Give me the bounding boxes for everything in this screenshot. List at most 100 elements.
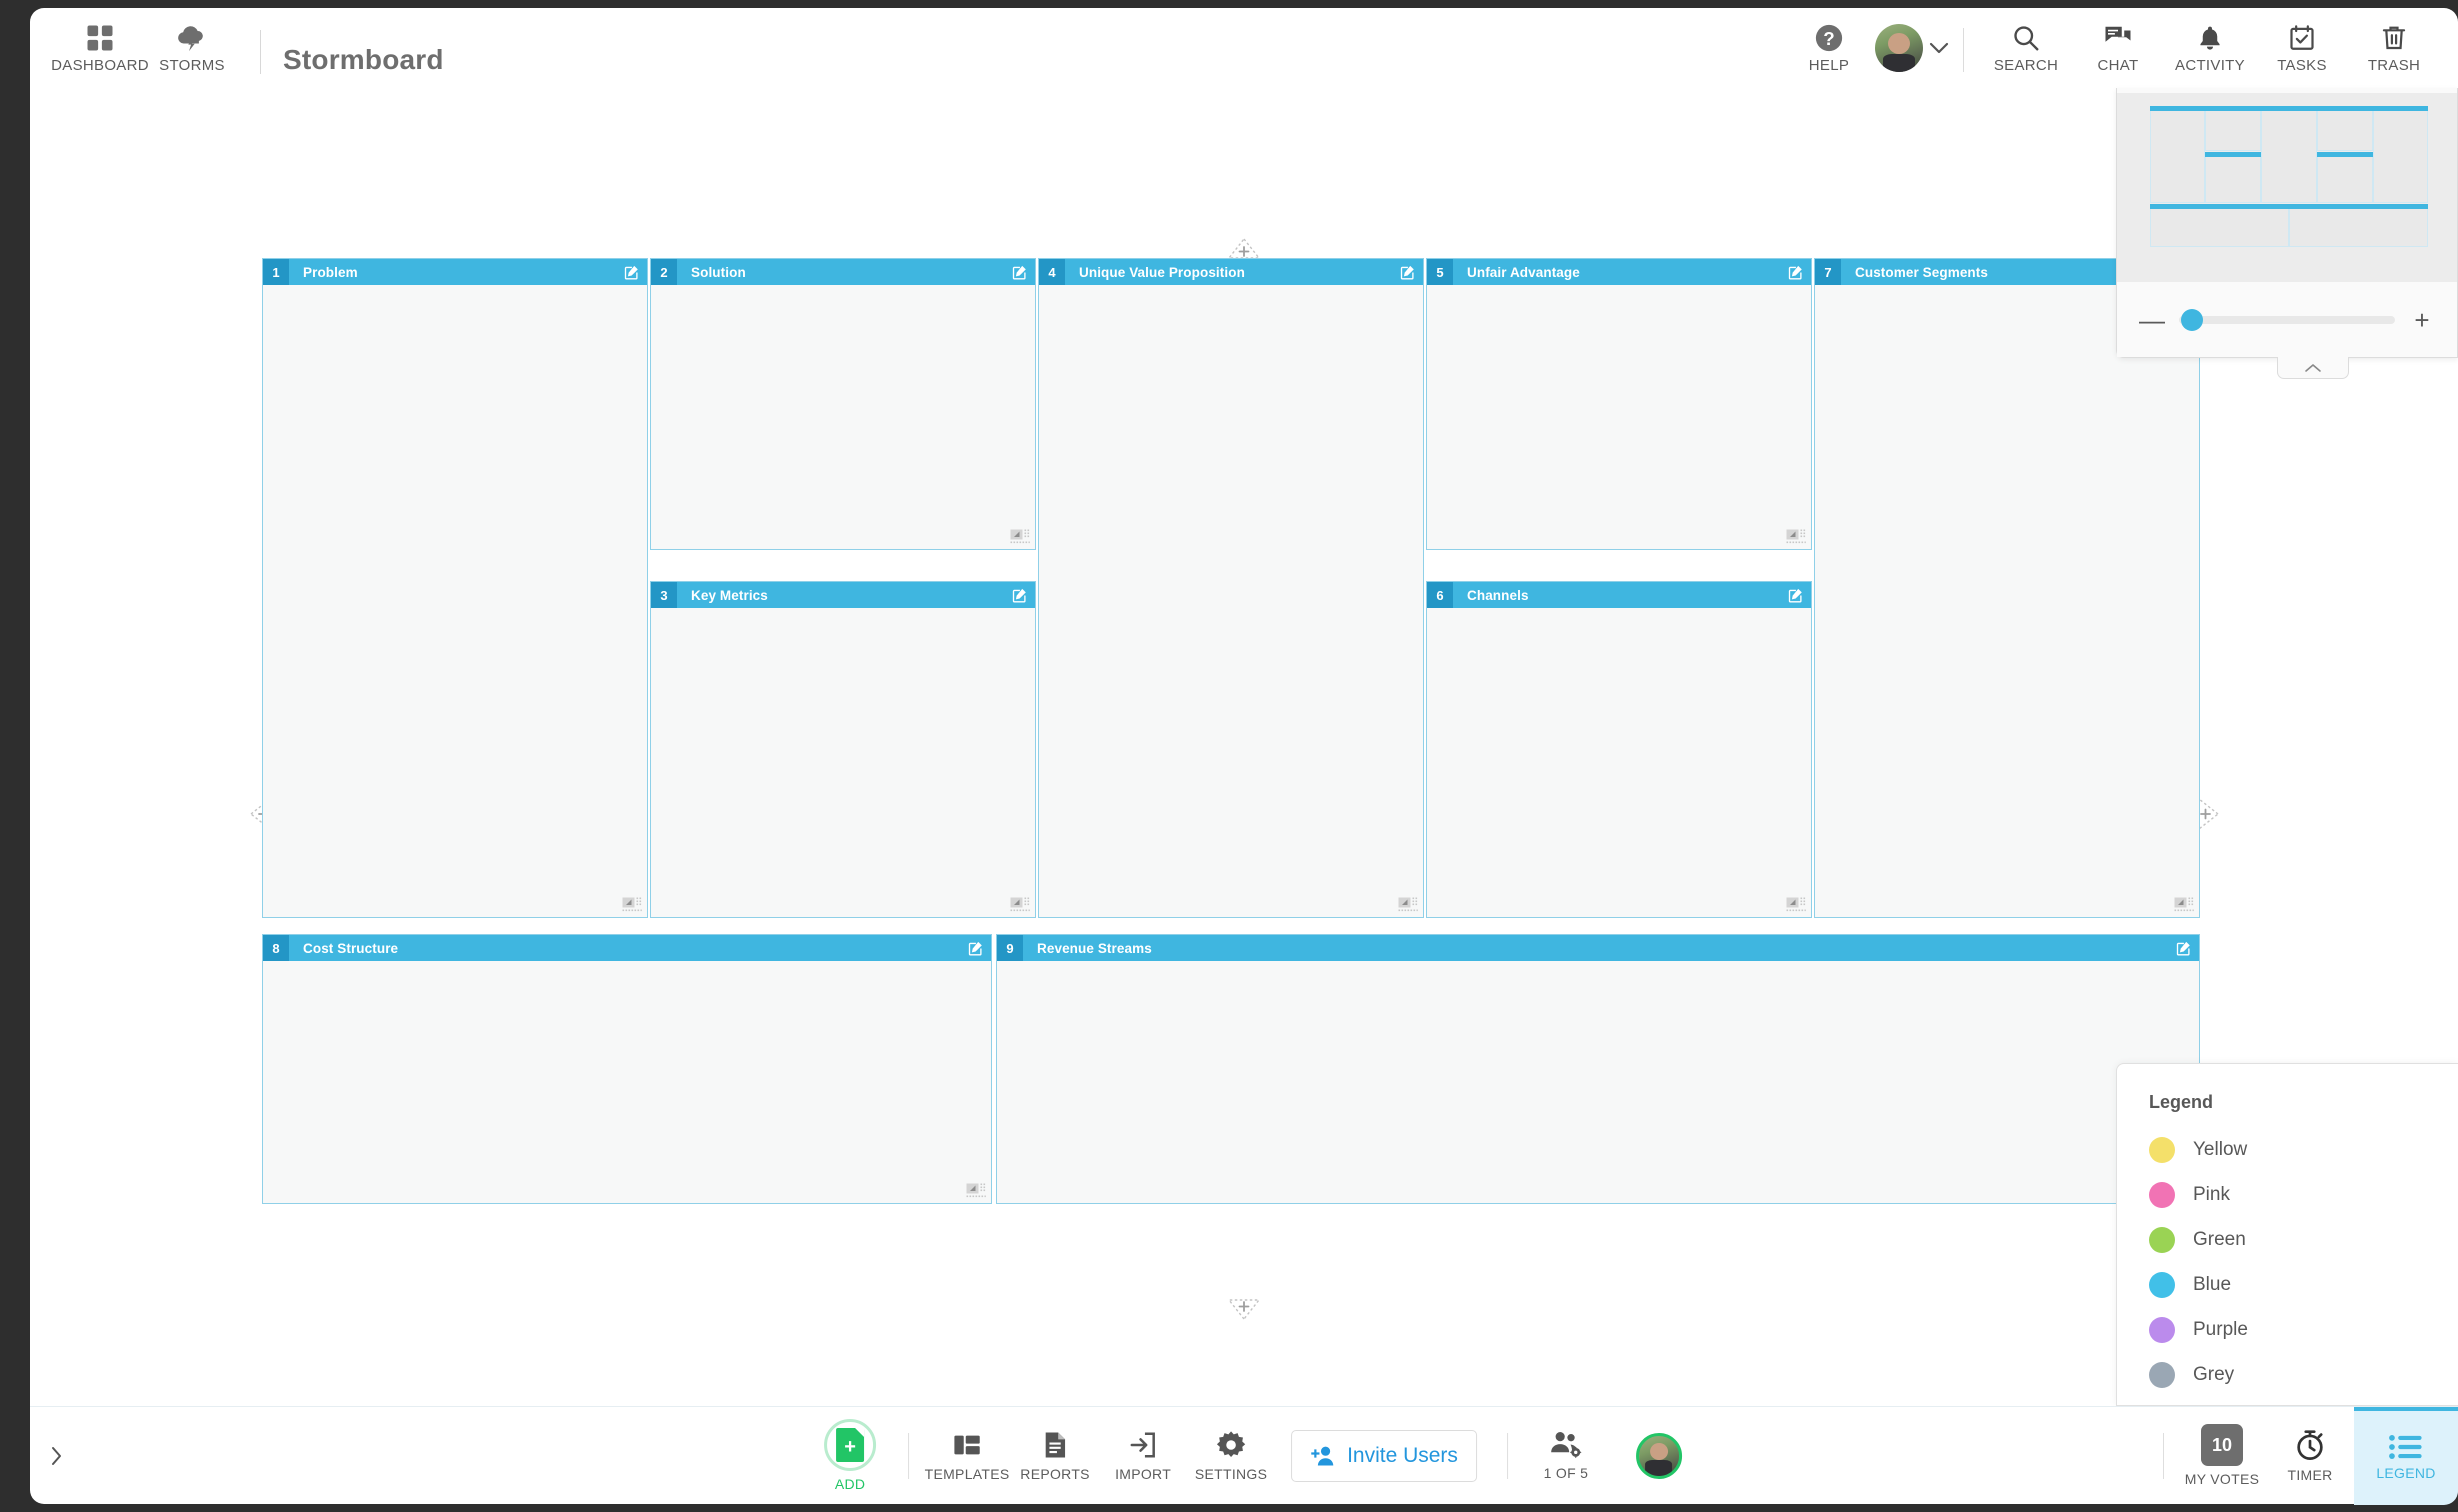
card-body[interactable]	[1815, 285, 2199, 917]
minimap-card	[2317, 106, 2373, 151]
nav-item-search-label: SEARCH	[1993, 56, 2059, 74]
edit-icon[interactable]	[1400, 264, 1423, 280]
minus-icon[interactable]: —	[2139, 307, 2165, 333]
my-votes-button[interactable]: 10 MY VOTES	[2178, 1407, 2266, 1505]
invite-users-label: Invite Users	[1347, 1443, 1458, 1467]
help-icon: ?	[1814, 23, 1844, 53]
card-number: 4	[1039, 259, 1065, 285]
plus-icon[interactable]: +	[2409, 307, 2435, 333]
card-channels[interactable]: 6 Channels	[1426, 581, 1812, 918]
minimap-card-header	[2150, 106, 2205, 111]
legend-item-grey[interactable]: Grey	[2149, 1352, 2458, 1397]
card-unfair-advantage[interactable]: 5 Unfair Advantage	[1426, 258, 1812, 550]
minimap-card-header	[2289, 204, 2428, 209]
account-menu[interactable]	[1875, 24, 1949, 88]
nav-item-chat-label: CHAT	[2097, 56, 2139, 74]
minimap-card	[2261, 106, 2317, 203]
zoom-slider-thumb[interactable]	[2180, 308, 2203, 331]
manage-users-icon	[1549, 1430, 1583, 1460]
my-votes-label: MY VOTES	[2184, 1471, 2260, 1487]
reports-button[interactable]: REPORTS	[1011, 1407, 1099, 1505]
timer-button[interactable]: TIMER	[2266, 1407, 2354, 1505]
resize-handle-icon[interactable]	[1786, 529, 1806, 545]
color-swatch-grey	[2149, 1361, 2175, 1388]
edit-icon[interactable]	[1788, 264, 1811, 280]
nav-item-activity[interactable]: ACTIVITY	[2164, 8, 2256, 88]
legend-panel: Legend Yellow Pink Green Blue Purple Gre…	[2116, 1063, 2458, 1406]
nav-item-help-label: HELP	[1808, 56, 1850, 74]
card-solution[interactable]: 2 Solution	[650, 258, 1036, 550]
gear-icon	[1215, 1429, 1247, 1461]
legend-item-pink[interactable]: Pink	[2149, 1172, 2458, 1217]
resize-handle-icon[interactable]	[1010, 897, 1030, 913]
legend-item-label: Pink	[2193, 1183, 2230, 1205]
card-header: 5 Unfair Advantage	[1427, 259, 1811, 285]
minimap-viewport[interactable]	[2117, 93, 2457, 283]
current-user-avatar[interactable]	[1635, 1432, 1682, 1479]
card-body[interactable]	[651, 285, 1035, 549]
minimap-card-header	[2317, 106, 2373, 111]
card-key-metrics[interactable]: 3 Key Metrics	[650, 581, 1036, 918]
legend-item-purple[interactable]: Purple	[2149, 1307, 2458, 1352]
card-body[interactable]	[651, 608, 1035, 917]
bottom-toolbar-center: + ADD TEMPLATES REPORTS IMPORT SETTINGS …	[806, 1407, 1682, 1505]
manage-users-button[interactable]: 1 OF 5	[1522, 1407, 1610, 1505]
import-icon	[1128, 1429, 1158, 1461]
resize-handle-icon[interactable]	[1398, 897, 1418, 913]
resize-handle-icon[interactable]	[1786, 897, 1806, 913]
card-problem[interactable]: 1 Problem	[262, 258, 648, 918]
edit-icon[interactable]	[1012, 587, 1035, 603]
minimap-collapse-toggle[interactable]	[2277, 357, 2349, 379]
zoom-control[interactable]: — +	[2117, 282, 2457, 357]
settings-button[interactable]: SETTINGS	[1187, 1407, 1275, 1505]
card-body[interactable]	[263, 961, 991, 1203]
board-canvas[interactable]: Stormboard	[30, 88, 2458, 1406]
card-body[interactable]	[997, 961, 2199, 1203]
resize-handle-icon[interactable]	[622, 897, 642, 913]
edit-icon[interactable]	[2176, 940, 2199, 956]
card-cost-structure[interactable]: 8 Cost Structure	[262, 934, 992, 1204]
add-button[interactable]: + ADD	[806, 1407, 894, 1505]
invite-users-button[interactable]: Invite Users	[1291, 1429, 1477, 1482]
edit-icon[interactable]	[624, 264, 647, 280]
legend-item-label: Green	[2193, 1228, 2246, 1250]
edit-icon[interactable]	[1788, 587, 1811, 603]
legend-item-blue[interactable]: Blue	[2149, 1262, 2458, 1307]
add-button-label: ADD	[834, 1476, 866, 1492]
add-column-bottom[interactable]	[1226, 1296, 1262, 1322]
import-button[interactable]: IMPORT	[1099, 1407, 1187, 1505]
legend-item-yellow[interactable]: Yellow	[2149, 1127, 2458, 1172]
edit-icon[interactable]	[1012, 264, 1035, 280]
zoom-slider-track[interactable]	[2179, 308, 2395, 331]
resize-handle-icon[interactable]	[1010, 529, 1030, 545]
nav-item-trash[interactable]: TRASH	[2348, 8, 2440, 88]
minimap-panel[interactable]: — +	[2116, 88, 2458, 358]
nav-item-help[interactable]: ? HELP	[1783, 8, 1875, 88]
resize-handle-icon[interactable]	[2174, 897, 2194, 913]
legend-button[interactable]: LEGEND	[2354, 1406, 2458, 1505]
nav-item-search[interactable]: SEARCH	[1980, 8, 2072, 88]
card-body[interactable]	[1039, 285, 1423, 917]
card-revenue-streams[interactable]: 9 Revenue Streams	[996, 934, 2200, 1204]
edit-icon[interactable]	[968, 940, 991, 956]
resize-handle-icon[interactable]	[966, 1183, 986, 1199]
nav-item-tasks[interactable]: TASKS	[2256, 8, 2348, 88]
grid-icon	[85, 23, 115, 53]
card-body[interactable]	[263, 285, 647, 917]
sidebar-expand-toggle[interactable]	[30, 1407, 74, 1505]
card-body[interactable]	[1427, 285, 1811, 549]
card-header: 4 Unique Value Proposition	[1039, 259, 1423, 285]
reports-button-label: REPORTS	[1020, 1466, 1090, 1482]
nav-item-storms[interactable]: STORMS	[146, 8, 238, 88]
card-header: 2 Solution	[651, 259, 1035, 285]
legend-item-green[interactable]: Green	[2149, 1217, 2458, 1262]
card-unique-value-proposition[interactable]: 4 Unique Value Proposition	[1038, 258, 1424, 918]
card-body[interactable]	[1427, 608, 1811, 917]
nav-item-tasks-label: TASKS	[2277, 56, 2327, 74]
nav-item-dashboard[interactable]: DASHBOARD	[51, 8, 149, 88]
card-title: Unfair Advantage	[1467, 264, 1580, 280]
card-header: 6 Channels	[1427, 582, 1811, 608]
card-number: 3	[651, 582, 677, 608]
templates-button[interactable]: TEMPLATES	[923, 1407, 1011, 1505]
nav-item-chat[interactable]: CHAT	[2072, 8, 2164, 88]
